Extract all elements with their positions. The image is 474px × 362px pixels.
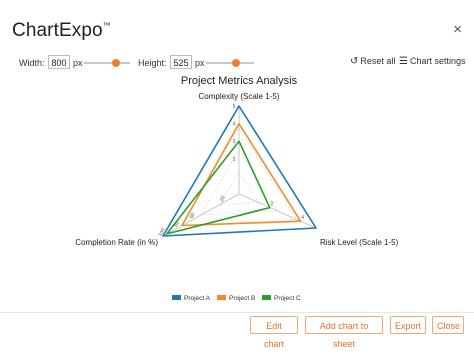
width-slider-knob[interactable] bbox=[112, 59, 120, 67]
close-icon[interactable]: × bbox=[453, 22, 462, 37]
width-unit: px bbox=[73, 58, 83, 68]
tick-label-risk: 2 bbox=[270, 202, 273, 208]
tick-label-complexity: 4 bbox=[233, 122, 236, 128]
settings-sliders-icon: ☰ bbox=[399, 56, 408, 67]
legend-label-project-a: Project A bbox=[184, 295, 211, 302]
edit-chart-button[interactable]: Edit chart bbox=[250, 316, 298, 349]
height-label: Height: bbox=[138, 58, 167, 68]
tick-label-complexity: 3 bbox=[233, 139, 236, 145]
legend-label-project-c: Project C bbox=[274, 295, 301, 302]
tick-label-risk: 4 bbox=[301, 215, 304, 221]
tick-label-complexity: 2 bbox=[233, 157, 236, 163]
axis-label-complexity: Complexity (Scale 1-5) bbox=[199, 92, 280, 101]
footer-divider bbox=[0, 312, 474, 313]
width-input[interactable]: 800 bbox=[48, 55, 70, 69]
width-label: Width: bbox=[19, 58, 45, 68]
export-button[interactable]: Export bbox=[390, 316, 426, 334]
chart-settings-label: Chart settings bbox=[409, 56, 466, 66]
reset-icon: ↺ bbox=[350, 56, 359, 67]
tick-label-complexity: 5 bbox=[233, 104, 236, 110]
legend-swatch-project-c bbox=[262, 295, 271, 300]
reset-label: Reset all bbox=[360, 56, 396, 66]
height-slider[interactable] bbox=[206, 59, 254, 67]
reset-all-button[interactable]: ↺ Reset all bbox=[350, 56, 395, 67]
chart-settings-button[interactable]: ☰ Chart settings bbox=[399, 56, 466, 67]
legend-label-project-b: Project B bbox=[229, 295, 255, 302]
legend-swatch-project-a bbox=[172, 295, 181, 300]
width-slider[interactable] bbox=[84, 59, 130, 67]
dialog-header: ChartExpo™ × bbox=[0, 0, 474, 50]
axis-label-risk: Risk Level (Scale 1-5) bbox=[320, 238, 399, 247]
series-line-project-c bbox=[166, 140, 271, 235]
chart-area: Project Metrics Analysis 2 3 4 5 2 4 20 60 80 100 C… bbox=[0, 70, 474, 314]
chart-title: Project Metrics Analysis bbox=[181, 75, 298, 87]
brand-logo: ChartExpo™ bbox=[12, 20, 111, 41]
height-slider-knob[interactable] bbox=[232, 59, 240, 67]
legend-swatch-project-b bbox=[217, 295, 226, 300]
close-button[interactable]: Close bbox=[432, 316, 464, 334]
height-input[interactable]: 525 bbox=[170, 55, 192, 69]
axis-label-completion: Completion Rate (in %) bbox=[75, 238, 158, 247]
height-unit: px bbox=[195, 58, 205, 68]
add-chart-to-sheet-button[interactable]: Add chart to sheet bbox=[305, 316, 383, 349]
radar-chart: Project Metrics Analysis234524206080100C… bbox=[75, 75, 399, 302]
